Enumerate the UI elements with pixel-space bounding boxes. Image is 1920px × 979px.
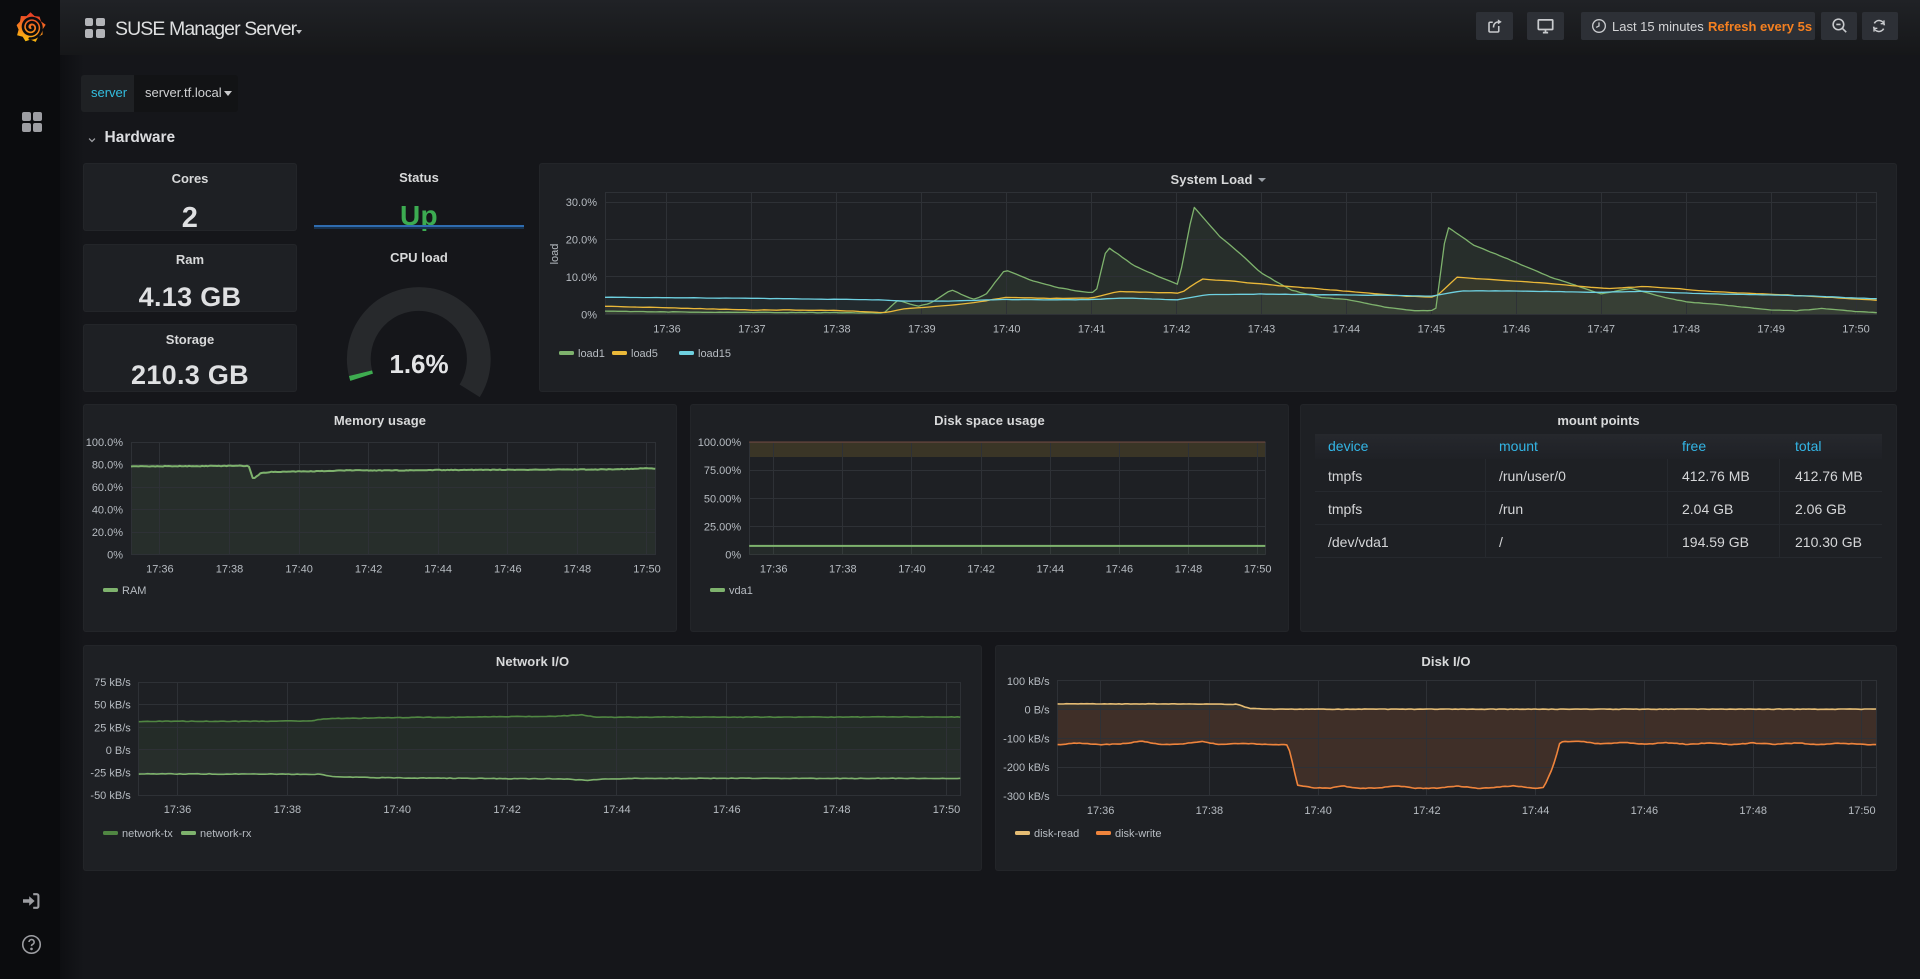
svg-text:17:38: 17:38: [216, 564, 244, 576]
svg-text:RAM: RAM: [122, 585, 146, 597]
svg-text:20.0%: 20.0%: [92, 527, 123, 539]
svg-text:17:37: 17:37: [738, 324, 766, 336]
svg-text:17:49: 17:49: [1757, 324, 1785, 336]
svg-text:25 kB/s: 25 kB/s: [94, 722, 131, 734]
svg-text:0%: 0%: [581, 310, 597, 322]
svg-text:disk-write: disk-write: [1115, 828, 1161, 840]
svg-text:100.0%: 100.0%: [86, 437, 124, 449]
svg-text:network-rx: network-rx: [200, 828, 252, 840]
svg-text:-200 kB/s: -200 kB/s: [1003, 762, 1050, 774]
svg-text:17:42: 17:42: [493, 804, 521, 816]
svg-text:17:38: 17:38: [829, 564, 857, 576]
svg-text:17:48: 17:48: [1672, 324, 1700, 336]
svg-text:60.0%: 60.0%: [92, 482, 123, 494]
svg-text:17:42: 17:42: [967, 564, 995, 576]
svg-text:17:38: 17:38: [274, 804, 302, 816]
svg-text:25.00%: 25.00%: [704, 522, 742, 534]
svg-text:-50 kB/s: -50 kB/s: [90, 790, 131, 802]
svg-text:17:40: 17:40: [383, 804, 411, 816]
svg-text:17:36: 17:36: [760, 564, 788, 576]
svg-text:17:48: 17:48: [1175, 564, 1203, 576]
svg-text:17:50: 17:50: [933, 804, 961, 816]
svg-text:17:44: 17:44: [1333, 324, 1361, 336]
svg-text:17:36: 17:36: [1087, 805, 1115, 817]
svg-text:network-tx: network-tx: [122, 828, 173, 840]
svg-text:0 B/s: 0 B/s: [1025, 705, 1051, 717]
svg-text:17:42: 17:42: [1413, 805, 1441, 817]
svg-text:17:40: 17:40: [1304, 805, 1332, 817]
svg-text:30.0%: 30.0%: [566, 197, 597, 209]
svg-text:17:46: 17:46: [1503, 324, 1531, 336]
svg-text:17:50: 17:50: [1848, 805, 1876, 817]
svg-text:load1: load1: [578, 348, 605, 360]
svg-text:80.0%: 80.0%: [92, 460, 123, 472]
svg-text:17:40: 17:40: [993, 324, 1021, 336]
svg-text:17:43: 17:43: [1248, 324, 1276, 336]
svg-text:17:50: 17:50: [1842, 324, 1870, 336]
svg-text:17:48: 17:48: [1739, 805, 1767, 817]
svg-text:17:50: 17:50: [633, 564, 661, 576]
svg-text:17:38: 17:38: [1196, 805, 1224, 817]
svg-text:17:42: 17:42: [1163, 324, 1191, 336]
svg-text:0%: 0%: [107, 550, 123, 562]
svg-text:17:48: 17:48: [823, 804, 851, 816]
svg-text:17:46: 17:46: [1106, 564, 1134, 576]
svg-text:17:44: 17:44: [1037, 564, 1065, 576]
svg-text:17:40: 17:40: [285, 564, 313, 576]
svg-text:17:36: 17:36: [164, 804, 192, 816]
svg-text:75.00%: 75.00%: [704, 465, 742, 477]
svg-text:17:44: 17:44: [1522, 805, 1550, 817]
svg-text:-300 kB/s: -300 kB/s: [1003, 791, 1050, 803]
svg-text:17:47: 17:47: [1587, 324, 1615, 336]
svg-text:17:36: 17:36: [146, 564, 174, 576]
svg-text:10.0%: 10.0%: [566, 272, 597, 284]
svg-text:100.00%: 100.00%: [698, 437, 742, 449]
svg-text:20.0%: 20.0%: [566, 235, 597, 247]
svg-text:17:38: 17:38: [823, 324, 851, 336]
svg-text:load15: load15: [698, 348, 731, 360]
svg-text:0%: 0%: [725, 550, 741, 562]
svg-text:17:50: 17:50: [1244, 564, 1272, 576]
svg-text:17:44: 17:44: [603, 804, 631, 816]
svg-text:-100 kB/s: -100 kB/s: [1003, 733, 1050, 745]
svg-text:vda1: vda1: [729, 585, 753, 597]
svg-text:0 B/s: 0 B/s: [106, 745, 132, 757]
svg-text:-25 kB/s: -25 kB/s: [90, 768, 131, 780]
svg-text:17:36: 17:36: [653, 324, 681, 336]
svg-text:17:46: 17:46: [494, 564, 522, 576]
svg-text:17:46: 17:46: [713, 804, 741, 816]
svg-text:17:44: 17:44: [424, 564, 452, 576]
svg-text:100 kB/s: 100 kB/s: [1007, 676, 1050, 688]
svg-text:17:39: 17:39: [908, 324, 936, 336]
svg-text:17:40: 17:40: [898, 564, 926, 576]
svg-text:load5: load5: [631, 348, 658, 360]
svg-text:17:42: 17:42: [355, 564, 383, 576]
svg-text:17:41: 17:41: [1078, 324, 1106, 336]
svg-text:load: load: [549, 244, 561, 265]
svg-text:17:48: 17:48: [564, 564, 592, 576]
svg-text:75 kB/s: 75 kB/s: [94, 677, 131, 689]
svg-text:40.0%: 40.0%: [92, 505, 123, 517]
svg-text:17:45: 17:45: [1418, 324, 1446, 336]
svg-text:50 kB/s: 50 kB/s: [94, 700, 131, 712]
svg-text:disk-read: disk-read: [1034, 828, 1079, 840]
svg-text:50.00%: 50.00%: [704, 493, 742, 505]
svg-text:17:46: 17:46: [1631, 805, 1659, 817]
